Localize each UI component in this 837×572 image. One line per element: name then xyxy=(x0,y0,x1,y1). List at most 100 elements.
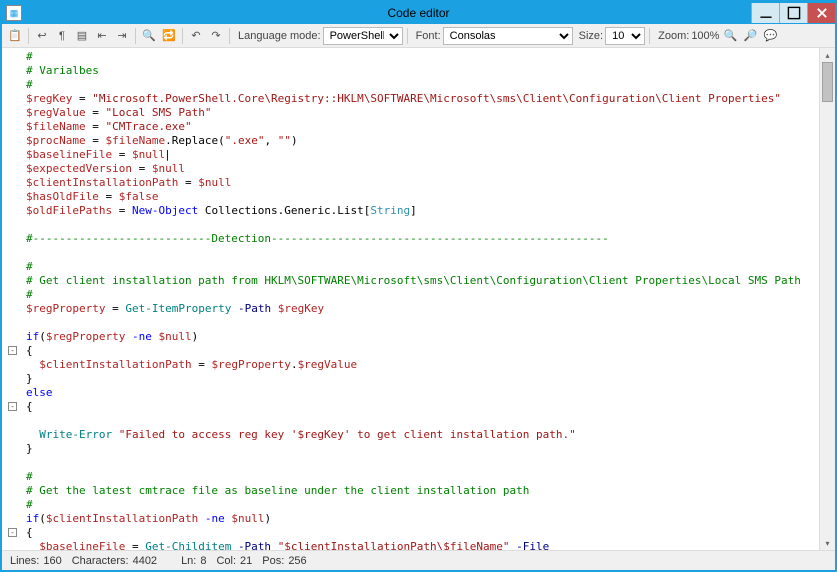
chars-label: Characters: xyxy=(72,555,129,567)
fold-toggle[interactable]: - xyxy=(8,346,17,355)
editor: ------ ## Varialbes#$regKey = "Microsoft… xyxy=(2,48,835,550)
vertical-scrollbar[interactable]: ▴ ▾ xyxy=(819,48,835,550)
outdent-button[interactable]: ⇤ xyxy=(93,27,111,45)
window: ▦ Code editor 📋 ↩ ¶ ▤ ⇤ ⇥ 🔍 🔁 ↶ ↷ Langua… xyxy=(0,0,837,572)
code-line[interactable]: { xyxy=(26,400,819,414)
lines-value: 160 xyxy=(43,555,61,567)
zoom-out-button[interactable]: 🔍 xyxy=(721,27,739,45)
minimize-icon xyxy=(759,6,773,20)
language-select[interactable]: PowerShell xyxy=(323,27,403,45)
titlebar[interactable]: ▦ Code editor xyxy=(2,2,835,24)
code-line[interactable]: # Get client installation path from HKLM… xyxy=(26,274,819,288)
zoom-out-icon: 🔍 xyxy=(724,29,738,42)
undo-icon: ↶ xyxy=(191,29,200,42)
code-line[interactable]: $baselineFile = $null| xyxy=(26,148,819,162)
indent-guides-button[interactable]: ▤ xyxy=(73,27,91,45)
speech-icon: 💬 xyxy=(764,29,778,42)
code-line[interactable]: # xyxy=(26,498,819,512)
code-line[interactable]: # Get the latest cmtrace file as baselin… xyxy=(26,484,819,498)
code-line[interactable]: } xyxy=(26,372,819,386)
maximize-icon xyxy=(787,6,801,20)
separator xyxy=(229,28,230,44)
code-line[interactable]: # xyxy=(26,260,819,274)
code-line[interactable]: Write-Error "Failed to access reg key '$… xyxy=(26,428,819,442)
maximize-button[interactable] xyxy=(779,3,807,23)
code-line[interactable]: $expectedVersion = $null xyxy=(26,162,819,176)
code-line[interactable]: else xyxy=(26,386,819,400)
code-line[interactable] xyxy=(26,456,819,470)
col-value: 21 xyxy=(240,555,252,567)
find-button[interactable]: 🔍 xyxy=(140,27,158,45)
outdent-icon: ⇤ xyxy=(97,29,106,42)
language-label: Language mode: xyxy=(238,30,321,42)
code-line[interactable]: $regProperty = Get-ItemProperty -Path $r… xyxy=(26,302,819,316)
redo-button[interactable]: ↷ xyxy=(207,27,225,45)
fold-toggle[interactable]: - xyxy=(8,402,17,411)
code-line[interactable]: # xyxy=(26,78,819,92)
replace-icon: 🔁 xyxy=(162,29,176,42)
scroll-down-icon[interactable]: ▾ xyxy=(820,536,835,550)
code-area[interactable]: ## Varialbes#$regKey = "Microsoft.PowerS… xyxy=(22,48,819,550)
code-line[interactable] xyxy=(26,414,819,428)
pos-value: 256 xyxy=(288,555,306,567)
feedback-button[interactable]: 💬 xyxy=(761,27,779,45)
window-title: Code editor xyxy=(2,6,835,20)
code-line[interactable]: # Varialbes xyxy=(26,64,819,78)
app-icon: ▦ xyxy=(6,5,22,21)
scroll-up-icon[interactable]: ▴ xyxy=(820,48,835,62)
clipboard-icon: 📋 xyxy=(8,29,22,42)
minimize-button[interactable] xyxy=(751,3,779,23)
close-icon xyxy=(815,6,829,20)
font-select[interactable]: Consolas xyxy=(443,27,573,45)
separator xyxy=(182,28,183,44)
replace-button[interactable]: 🔁 xyxy=(160,27,178,45)
indent-icon: ⇥ xyxy=(117,29,126,42)
zoom-label: Zoom: xyxy=(658,30,689,42)
ln-value: 8 xyxy=(200,555,206,567)
undo-button[interactable]: ↶ xyxy=(187,27,205,45)
lines-label: Lines: xyxy=(10,555,39,567)
code-line[interactable]: } xyxy=(26,442,819,456)
code-line[interactable]: $clientInstallationPath = $null xyxy=(26,176,819,190)
code-line[interactable] xyxy=(26,246,819,260)
fold-toggle[interactable]: - xyxy=(8,528,17,537)
code-line[interactable]: # xyxy=(26,288,819,302)
pos-label: Pos: xyxy=(262,555,284,567)
separator xyxy=(407,28,408,44)
code-line[interactable]: { xyxy=(26,344,819,358)
scrollbar-thumb[interactable] xyxy=(822,62,833,102)
zoom-in-button[interactable]: 🔎 xyxy=(741,27,759,45)
code-line[interactable]: $procName = $fileName.Replace(".exe", ""… xyxy=(26,134,819,148)
code-line[interactable] xyxy=(26,316,819,330)
code-line[interactable]: $hasOldFile = $false xyxy=(26,190,819,204)
code-line[interactable]: #---------------------------Detection---… xyxy=(26,232,819,246)
close-button[interactable] xyxy=(807,3,835,23)
zoom-value: 100% xyxy=(691,30,719,42)
code-line[interactable]: if($regProperty -ne $null) xyxy=(26,330,819,344)
code-line[interactable]: $baselineFile = Get-Childitem -Path "$cl… xyxy=(26,540,819,550)
fold-gutter[interactable]: ------ xyxy=(2,48,22,550)
code-line[interactable]: $regValue = "Local SMS Path" xyxy=(26,106,819,120)
code-line[interactable]: { xyxy=(26,526,819,540)
search-icon: 🔍 xyxy=(142,29,156,42)
code-line[interactable]: $regKey = "Microsoft.PowerShell.Core\Reg… xyxy=(26,92,819,106)
toolbar: 📋 ↩ ¶ ▤ ⇤ ⇥ 🔍 🔁 ↶ ↷ Language mode: Power… xyxy=(2,24,835,48)
code-line[interactable]: # xyxy=(26,470,819,484)
code-line[interactable]: $clientInstallationPath = $regProperty.$… xyxy=(26,358,819,372)
paste-button[interactable]: 📋 xyxy=(6,27,24,45)
text-caret: | xyxy=(164,148,171,161)
code-line[interactable] xyxy=(26,218,819,232)
indent-button[interactable]: ⇥ xyxy=(113,27,131,45)
statusbar: Lines: 160 Characters: 4402 Ln: 8 Col: 2… xyxy=(2,550,835,570)
window-controls xyxy=(751,3,835,23)
size-select[interactable]: 10 xyxy=(605,27,645,45)
code-line[interactable]: $fileName = "CMTrace.exe" xyxy=(26,120,819,134)
whitespace-button[interactable]: ¶ xyxy=(53,27,71,45)
grid-icon: ▤ xyxy=(77,29,87,42)
redo-icon: ↷ xyxy=(211,29,220,42)
code-line[interactable]: # xyxy=(26,50,819,64)
code-line[interactable]: $oldFilePaths = New-Object Collections.G… xyxy=(26,204,819,218)
separator xyxy=(649,28,650,44)
code-line[interactable]: if($clientInstallationPath -ne $null) xyxy=(26,512,819,526)
wordwrap-button[interactable]: ↩ xyxy=(33,27,51,45)
